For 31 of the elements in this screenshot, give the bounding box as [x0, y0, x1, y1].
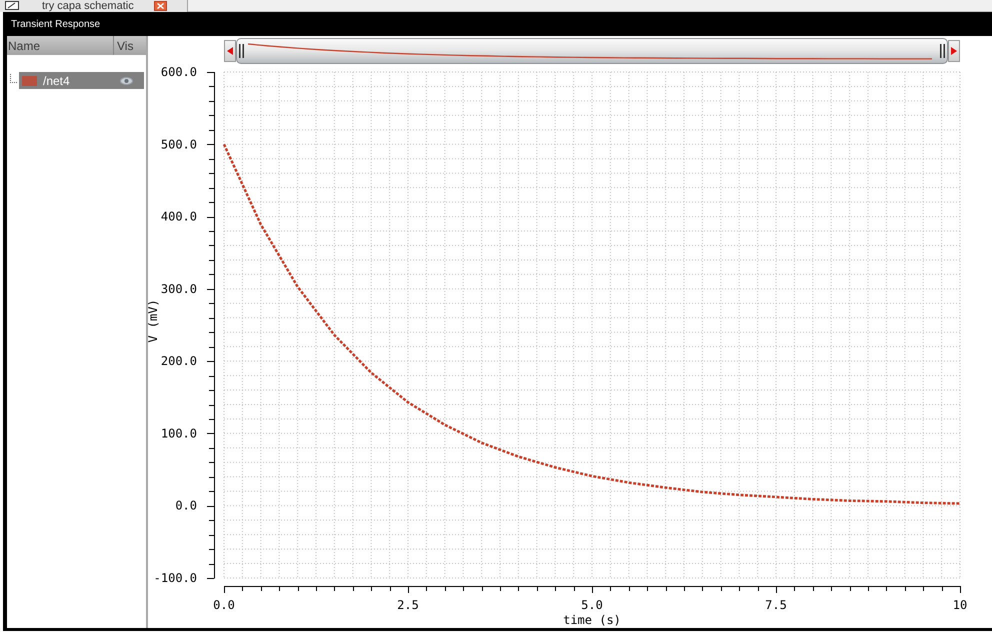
document-icon	[5, 1, 19, 10]
y-tick-label: 100.0	[160, 426, 197, 440]
x-tick-label: 5.0	[581, 598, 603, 612]
column-header[interactable]: Vis	[114, 36, 146, 55]
close-button[interactable]	[154, 0, 167, 10]
x-tick-label: 2.5	[397, 598, 419, 612]
y-tick-label: 400.0	[160, 210, 197, 224]
y-tick-label: 500.0	[160, 137, 197, 152]
grip-icon	[940, 44, 945, 58]
left-arrow-icon	[227, 47, 233, 55]
eye-icon[interactable]	[120, 76, 133, 84]
window-title: Transient Response	[11, 18, 100, 32]
y-tick-label: 300.0	[160, 282, 197, 296]
y-tick-label: 0.0	[175, 498, 197, 513]
y-axis-title: V (mV)	[148, 299, 160, 343]
x-tick-label: 0.0	[213, 598, 235, 612]
grip-icon	[239, 44, 244, 58]
x-tick-label: 10	[952, 598, 968, 612]
y-tick-label: 200.0	[160, 354, 197, 368]
right-arrow-icon	[951, 47, 957, 55]
x-axis-title: time (s)	[563, 613, 621, 627]
x-tick-label: 7.5	[765, 598, 787, 612]
close-icon	[156, 2, 164, 8]
scroll-right-button[interactable]	[948, 40, 960, 62]
signal-row[interactable]: /net4	[19, 72, 144, 89]
y-tick-label: -100.0	[154, 571, 197, 585]
tree-branch-icon	[10, 74, 18, 83]
column-header[interactable]: Name	[7, 36, 114, 55]
document-tab[interactable]: try capa schematic	[0, 0, 188, 12]
y-tick-label: 600.0	[160, 65, 197, 79]
scroll-left-button[interactable]	[224, 40, 236, 62]
